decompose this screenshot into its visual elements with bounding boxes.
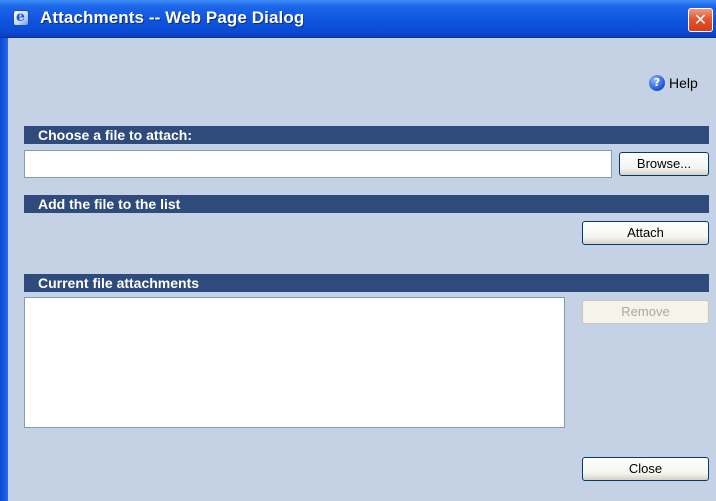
- close-button[interactable]: Close: [582, 457, 709, 481]
- section-header-current-attachments: Current file attachments: [24, 274, 709, 292]
- window-title: Attachments -- Web Page Dialog: [40, 8, 305, 27]
- attach-button[interactable]: Attach: [582, 221, 709, 245]
- window-frame-left: [0, 38, 8, 501]
- ie-page-icon: e: [13, 9, 29, 26]
- attachments-dialog: e Attachments -- Web Page Dialog ✕ ? Hel…: [0, 0, 716, 501]
- section-header-choose-file: Choose a file to attach:: [24, 126, 709, 144]
- section-header-add-file: Add the file to the list: [24, 195, 709, 213]
- title-bar[interactable]: e Attachments -- Web Page Dialog ✕: [0, 0, 716, 38]
- help-icon[interactable]: ?: [649, 75, 665, 91]
- help-label[interactable]: Help: [669, 75, 698, 91]
- browse-button[interactable]: Browse...: [619, 152, 709, 176]
- attachments-list[interactable]: [24, 297, 565, 428]
- file-path-input[interactable]: [24, 150, 612, 178]
- remove-button[interactable]: Remove: [582, 300, 709, 324]
- close-window-button[interactable]: ✕: [688, 8, 713, 32]
